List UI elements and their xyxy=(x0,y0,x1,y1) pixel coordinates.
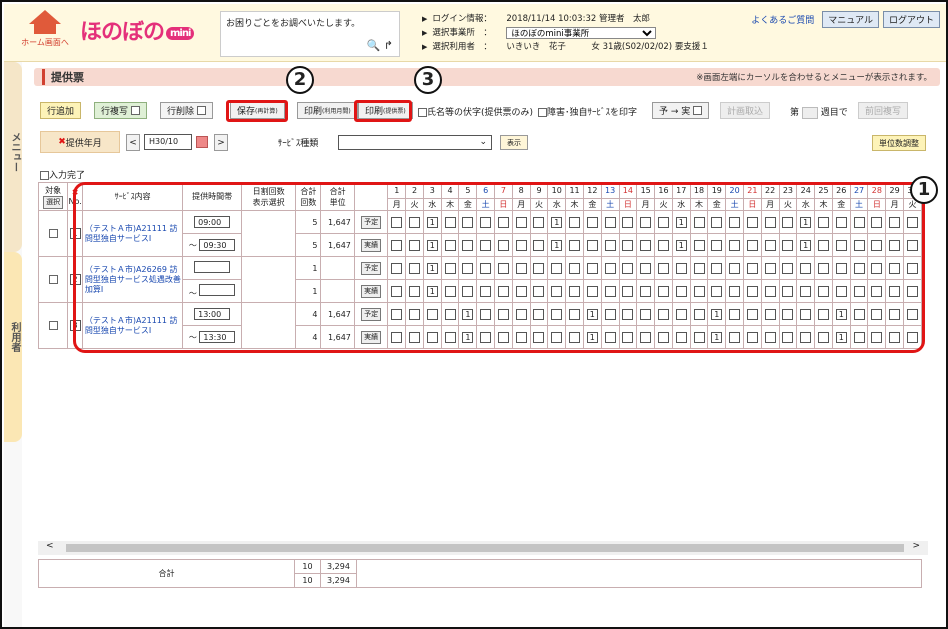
service-type-select[interactable]: ⌄ xyxy=(338,135,492,150)
office-select[interactable]: ほのぼのmini事業所 xyxy=(506,27,657,39)
scrollbar-thumb[interactable] xyxy=(66,544,904,552)
calendar-icon[interactable] xyxy=(196,136,208,148)
checkbox-icon xyxy=(693,106,703,115)
search-input[interactable]: お困りごとをお調べいたします。 🔍 ↱ xyxy=(220,11,400,57)
title-note: ※画面左端にカーソルを合わせるとメニューが表示されます。 xyxy=(696,73,932,83)
page-title: 提供票 xyxy=(42,69,84,85)
disabled-checkbox[interactable] xyxy=(538,108,547,117)
row-select-checkbox[interactable] xyxy=(48,321,58,330)
plan-to-actual-button[interactable]: 予 → 実 xyxy=(652,102,710,119)
search-icon[interactable]: 🔍 xyxy=(367,39,381,52)
scroll-right-icon[interactable]: > xyxy=(912,541,920,551)
disabled-option[interactable]: 障害･独自ｻｰﾋﾞｽを印字 xyxy=(538,105,637,118)
logo: ほのぼの mini xyxy=(80,14,212,50)
app-frame: ホーム画面へ ほのぼの mini お困りごとをお調べいたします。 🔍 ↱ ▶ ログイ… xyxy=(0,0,948,629)
mask-checkbox[interactable] xyxy=(418,108,427,117)
faq-link[interactable]: よくあるご質問 xyxy=(751,13,814,26)
next-month-button[interactable]: > xyxy=(214,134,228,151)
logout-button[interactable]: ログアウト xyxy=(882,11,940,28)
copy-row-button[interactable]: 行複写 xyxy=(94,102,147,119)
month-input[interactable]: H30/10 xyxy=(144,134,192,150)
main-panel: 提供票 ※画面左端にカーソルを合わせるとメニューが表示されます。 行追加 行複写… xyxy=(24,64,946,624)
checkbox-icon xyxy=(130,106,140,115)
callout-3: 3 xyxy=(414,66,442,94)
user-tab[interactable]: 利用者 xyxy=(4,252,22,442)
checkbox-icon xyxy=(196,106,206,115)
callout-1: 1 xyxy=(910,176,938,204)
prev-copy-button[interactable]: 前回複写 xyxy=(858,102,909,119)
home-button[interactable]: ホーム画面へ xyxy=(18,10,72,54)
toolbar: 行追加 行複写 行削除 保存 (再計算) 印刷 (利用月間) 印刷 (提供票) 氏名等… xyxy=(40,102,940,122)
manual-button[interactable]: マニュアル xyxy=(822,11,879,28)
unit-adjust-button[interactable]: 単位数調整 xyxy=(872,135,926,151)
sidebar: メニュー 利用者 xyxy=(4,62,22,627)
mask-option[interactable]: 氏名等の伏字(提供票のみ) xyxy=(418,105,533,118)
header: ホーム画面へ ほのぼの mini お困りごとをお調べいたします。 🔍 ↱ ▶ ログイ… xyxy=(4,4,946,62)
delete-row-button[interactable]: 行削除 xyxy=(160,102,213,119)
totals-table: 合計 10 3,294 10 3,294 xyxy=(38,559,922,588)
callout-box-3 xyxy=(354,100,412,122)
show-button[interactable]: 表示 xyxy=(500,135,528,150)
login-info: ▶ ログイン情報： 2018/11/14 10:03:32 管理者 太郎 ▶ 選択事業… xyxy=(422,12,709,54)
week-selector: 第 週目で xyxy=(790,106,848,119)
callout-box-1 xyxy=(73,182,925,353)
callout-box-2 xyxy=(226,100,288,122)
add-row-button[interactable]: 行追加 xyxy=(40,102,82,119)
callout-2: 2 xyxy=(286,66,314,94)
arrow-icon[interactable]: ↱ xyxy=(384,39,393,52)
home-icon xyxy=(29,10,61,24)
complete-option[interactable]: 入力完了 xyxy=(40,168,85,181)
title-bar: 提供票 ※画面左端にカーソルを合わせるとメニューが表示されます。 xyxy=(34,68,940,86)
row-select-checkbox[interactable] xyxy=(48,275,58,284)
horizontal-scrollbar[interactable]: < > xyxy=(38,541,928,555)
plan-fetch-button[interactable]: 計画取込 xyxy=(720,102,771,119)
prev-month-button[interactable]: < xyxy=(126,134,140,151)
scroll-left-icon[interactable]: < xyxy=(46,541,54,551)
menu-tab[interactable]: メニュー xyxy=(4,62,22,252)
week-input[interactable] xyxy=(801,106,818,119)
print-usage-button[interactable]: 印刷 (利用月間) xyxy=(297,102,358,119)
select-all-button[interactable]: 選択 xyxy=(43,195,64,209)
filter-bar: ✖ 提供年月 < H30/10 > ｻｰﾋﾞｽ種類 ⌄ 表示 単位数調整 xyxy=(40,131,940,157)
col-target: 対象 選択 xyxy=(37,182,69,211)
complete-checkbox[interactable] xyxy=(40,171,49,180)
row-select-checkbox[interactable] xyxy=(48,229,58,238)
